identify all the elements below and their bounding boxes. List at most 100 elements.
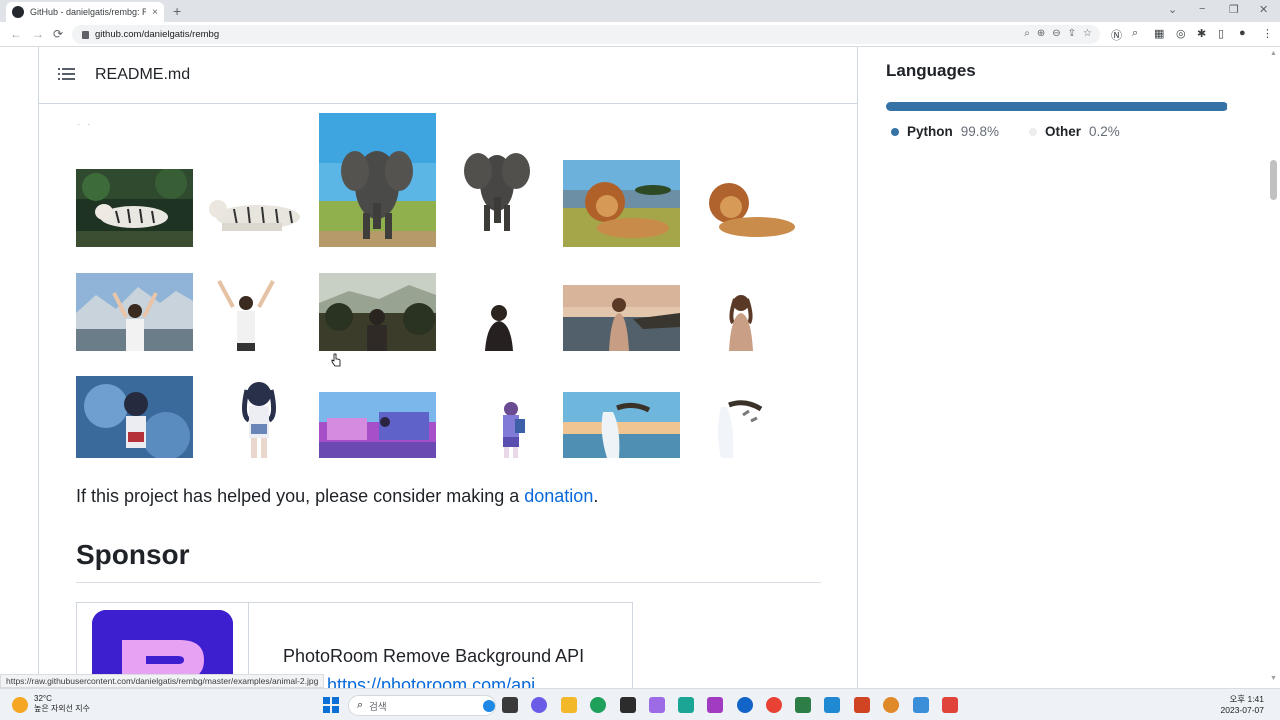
app-s-icon[interactable] [913,697,929,713]
example-lion-original[interactable] [563,160,680,247]
language-percent: 0.2% [1089,124,1120,139]
donation-text: If this project has helped you, please c… [76,486,525,506]
translate-extension-icon[interactable]: ◎ [1176,27,1186,40]
share-icon[interactable]: ⇪ [1068,28,1076,39]
language-percent: 99.8% [960,124,1000,139]
notepad-icon[interactable] [795,697,811,713]
back-button[interactable]: ← [10,27,22,41]
file-explorer-icon[interactable] [561,697,577,713]
minimize-button[interactable]: − [1199,3,1205,15]
search-icon: ⌕ [357,699,364,711]
donation-paragraph: If this project has helped you, please c… [76,486,598,507]
example-woman-sea-original[interactable] [563,285,680,351]
address-bar[interactable]: github.com/danielgatis/rembg ⌕ ⊕ ⊖ ⇪ ☆ [72,25,1100,44]
lens-extension-icon[interactable]: ⌕ [1132,27,1138,40]
python-color-dot [891,127,899,136]
language-item-python[interactable]: Python 99.8% [891,124,999,139]
url-text[interactable]: github.com/danielgatis/rembg [95,29,219,40]
bookmark-star-icon[interactable]: ☆ [1083,28,1092,39]
close-tab-icon[interactable]: × [152,7,158,18]
app-red-icon[interactable] [942,697,958,713]
notion-extension-icon[interactable]: Ⓝ [1111,27,1122,43]
link-status-bubble: https://raw.githubusercontent.com/daniel… [0,674,325,688]
readme-panel: README.md · · If this project has helped… [38,47,858,688]
side-panel-icon[interactable]: ▯ [1218,27,1224,40]
weather-temperature: 32°C [34,694,52,703]
new-tab-button[interactable]: + [173,3,181,19]
clock-date: 2023-07-07 [1220,705,1264,715]
sponsor-divider [76,582,821,583]
app-blue-icon[interactable] [737,697,753,713]
example-tiger-original[interactable] [76,169,193,247]
forward-button[interactable]: → [32,27,44,41]
readme-title: README.md [95,66,191,83]
languages-bar-python-segment [886,102,1228,111]
language-item-other[interactable]: Other 0.2% [1029,124,1120,139]
store-icon[interactable] [620,697,636,713]
extensions-puzzle-icon[interactable]: ✱ [1197,27,1206,40]
example-anime-street-cutout[interactable] [491,399,531,458]
close-window-button[interactable]: ✕ [1259,3,1268,16]
grid-extension-icon[interactable]: ▦ [1154,27,1164,40]
weather-widget[interactable]: 32°C 높은 자외선 지수 [34,694,90,714]
taskbar-search[interactable]: ⌕ 검색 [348,695,496,716]
example-girl-arms-original[interactable] [76,273,193,351]
sponsor-heading: Sponsor [76,539,190,570]
example-anime-girl-original[interactable] [76,376,193,458]
chat-icon[interactable] [531,697,547,713]
languages-bar [886,102,1228,111]
scroll-down-arrow-icon[interactable]: ▼ [1270,675,1277,682]
profile-avatar-icon[interactable]: ● [1239,27,1246,39]
app-teal-icon[interactable] [678,697,694,713]
example-anime-girl-cutout[interactable] [231,376,287,458]
browser-menu-icon[interactable]: ⋮ [1262,27,1273,40]
page-scrollbar[interactable]: ▲ ▼ [1268,47,1280,688]
zoom-icon[interactable]: ⊖ [1052,28,1060,39]
example-woman-back-original[interactable] [319,273,436,351]
languages-heading: Languages [886,61,976,80]
example-anime-sky-original[interactable] [563,392,680,458]
example-anime-sky-cutout[interactable] [699,397,763,458]
weather-sun-icon[interactable] [12,697,28,713]
taskbar-clock[interactable]: 오후 1:41 2023-07-07 [1221,694,1264,716]
tab-strip: GitHub - danielgatis/rembg: Re × + ⌄ − ❐… [0,0,1280,22]
sponsor-link[interactable]: https://photoroom.com/api [327,675,535,688]
other-color-dot [1029,127,1037,136]
maximize-button[interactable]: ❐ [1229,3,1239,16]
cropped-row-residue: · · [77,119,93,130]
example-elephant-original[interactable] [319,113,436,247]
powerpoint-icon[interactable] [854,697,870,713]
search-icon[interactable]: ⌕ [1024,28,1030,39]
scrollbar-thumb[interactable] [1270,160,1277,200]
app-magenta-icon[interactable] [707,697,723,713]
tab-search-icon[interactable]: ⌄ [1168,3,1177,16]
example-woman-sea-cutout[interactable] [723,291,759,351]
lock-icon [82,30,89,39]
language-name: Python [907,124,953,139]
readme-header: README.md [39,47,857,104]
bing-icon [483,699,495,712]
example-tiger-cutout[interactable] [204,187,309,239]
app-purple-icon[interactable] [649,697,665,713]
task-view-icon[interactable] [502,697,518,713]
start-button[interactable] [323,697,339,713]
donation-link[interactable]: donation [524,486,593,506]
example-woman-back-cutout[interactable] [481,301,517,351]
reload-button[interactable]: ⟳ [53,27,63,41]
chrome-icon[interactable] [766,697,782,713]
install-app-icon[interactable]: ⊕ [1037,28,1045,39]
example-elephant-cutout[interactable] [456,141,538,239]
browser-toolbar: ← → ⟳ github.com/danielgatis/rembg ⌕ ⊕ ⊖… [0,22,1280,47]
vscode-icon[interactable] [824,697,840,713]
example-girl-arms-cutout[interactable] [211,277,281,351]
sponsor-name: PhotoRoom Remove Background API [283,646,585,666]
edge-browser-icon[interactable] [590,697,606,713]
scroll-up-arrow-icon[interactable]: ▲ [1270,50,1277,57]
example-lion-cutout[interactable] [691,173,801,243]
tab-github-rembg[interactable]: GitHub - danielgatis/rembg: Re × [6,2,164,22]
search-tool-icon[interactable] [883,697,899,713]
omnibox-actions: ⌕ ⊕ ⊖ ⇪ ☆ [1024,28,1092,39]
outline-menu-icon[interactable] [58,68,75,81]
example-anime-street-original[interactable] [319,392,436,458]
donation-period: . [593,486,599,506]
